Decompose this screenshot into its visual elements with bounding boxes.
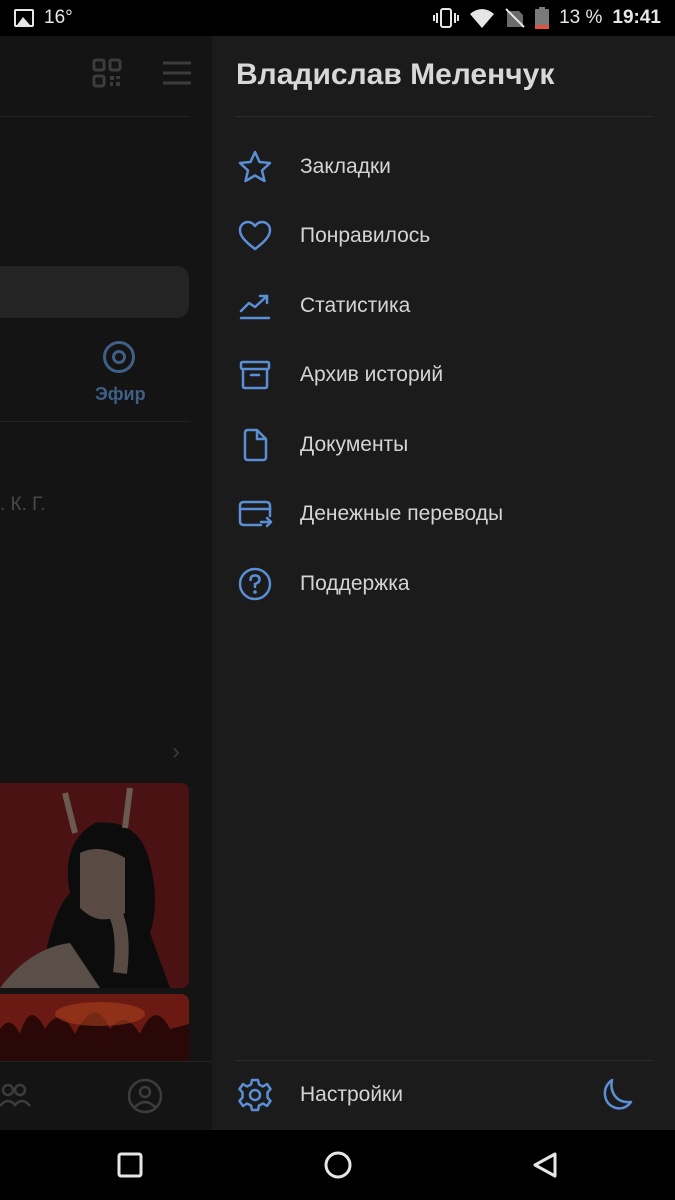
- user-name[interactable]: Владислав Меленчук: [236, 58, 554, 92]
- vibrate-icon: [433, 8, 460, 28]
- live-icon: [103, 341, 135, 373]
- document-icon: [236, 426, 274, 464]
- background-text: . К. Г.: [0, 494, 46, 515]
- menu-item-liked[interactable]: Понравилось: [212, 202, 675, 272]
- archive-icon: [236, 356, 274, 394]
- menu-item-stories-archive[interactable]: Архив историй: [212, 341, 675, 411]
- system-nav-bar: [0, 1130, 675, 1200]
- menu-item-label: Денежные переводы: [300, 502, 504, 526]
- background-image-1: [0, 783, 189, 988]
- money-transfer-icon: [236, 495, 274, 533]
- clock: 19:41: [612, 7, 661, 28]
- chevron-right-icon: ›: [172, 738, 180, 765]
- menu-item-documents[interactable]: Документы: [212, 410, 675, 480]
- image-notification-icon: [14, 9, 34, 27]
- qr-code-icon: [92, 58, 122, 88]
- settings-row: Настройки: [212, 1061, 675, 1130]
- divider: [236, 116, 652, 117]
- recent-apps-button[interactable]: [112, 1147, 148, 1183]
- heart-icon: [236, 217, 274, 255]
- home-button[interactable]: [320, 1147, 356, 1183]
- background-search-field: [0, 266, 189, 318]
- menu-item-label: Понравилось: [300, 224, 431, 248]
- temperature: 16°: [44, 7, 73, 28]
- wifi-icon: [470, 9, 495, 28]
- menu-item-statistics[interactable]: Статистика: [212, 271, 675, 341]
- menu-item-money-transfers[interactable]: Денежные переводы: [212, 480, 675, 550]
- efir-label: Эфир: [95, 384, 146, 404]
- chart-trend-icon: [236, 287, 274, 325]
- gear-icon: [236, 1076, 274, 1114]
- battery-percent: 13 %: [559, 7, 603, 28]
- menu-item-support[interactable]: Поддержка: [212, 549, 675, 619]
- status-bar: 16° 13 % 19:41: [0, 0, 675, 36]
- settings-label: Настройки: [300, 1083, 403, 1106]
- menu-icon: [163, 61, 191, 85]
- background-app: Эфир . К. Г. ›: [0, 36, 212, 1130]
- menu-item-label: Документы: [300, 432, 409, 456]
- no-signal-icon: [505, 8, 525, 28]
- friends-icon: [0, 1083, 31, 1107]
- moon-icon[interactable]: [598, 1076, 636, 1114]
- back-button[interactable]: [527, 1147, 563, 1183]
- menu-item-label: Статистика: [300, 293, 411, 317]
- menu-item-label: Закладки: [300, 154, 391, 178]
- star-icon: [236, 148, 274, 186]
- battery-icon: [535, 7, 550, 29]
- menu-item-label: Архив историй: [300, 363, 444, 387]
- menu-item-bookmarks[interactable]: Закладки: [212, 132, 675, 202]
- background-tabbar: [0, 1061, 212, 1130]
- settings-button[interactable]: Настройки: [212, 1061, 572, 1130]
- background-image-2: [0, 994, 189, 1064]
- profile-icon: [127, 1078, 163, 1114]
- menu-item-label: Поддержка: [300, 571, 410, 595]
- help-icon: [236, 565, 274, 603]
- side-drawer: Владислав Меленчук Закладки Понравилось …: [212, 36, 675, 1130]
- drawer-menu: Закладки Понравилось Статистика Архив ис…: [212, 132, 675, 619]
